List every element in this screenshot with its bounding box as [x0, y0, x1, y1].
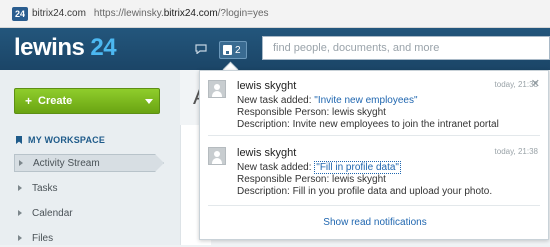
chevron-down-icon — [145, 99, 153, 104]
avatar — [208, 147, 226, 165]
workspace-title[interactable]: MY WORKSPACE — [16, 135, 105, 145]
logo[interactable]: lewins 24 — [14, 34, 117, 62]
notification-task-line: New task added: "Fill in profile data" — [237, 161, 401, 174]
url-text[interactable]: https://lewinsky.bitrix24.com/?login=yes — [94, 8, 269, 19]
notification-author[interactable]: lewis skyght — [237, 80, 296, 92]
chat-icon[interactable] — [195, 44, 207, 54]
notification-time: today, 21:38 — [494, 147, 538, 156]
divider — [208, 205, 540, 206]
logo-text: lewins — [14, 34, 85, 61]
task-link[interactable]: "Fill in profile data" — [314, 161, 401, 174]
notification-description: Description: Fill in you profile data an… — [237, 186, 493, 197]
top-header: lewins 24 2 find people, documents, and m… — [0, 28, 550, 70]
url-prefix: https://lewinsky. — [93, 8, 164, 19]
task-prefix: New task added: — [237, 95, 315, 106]
notification-responsible: Responsible Person: lewis skyght — [237, 107, 386, 118]
site-identity-chip[interactable]: 24 bitrix24.com — [8, 4, 92, 24]
bitrix-favicon-icon: 24 — [12, 6, 28, 21]
bullet-arrow-icon — [19, 160, 23, 166]
task-prefix: New task added: — [237, 162, 315, 173]
notification-author[interactable]: lewis skyght — [237, 147, 296, 159]
avatar — [208, 80, 226, 98]
notification-description: Description: Invite new employees to joi… — [237, 119, 499, 130]
notifications-button[interactable]: 2 — [219, 41, 247, 59]
workspace-title-label: MY WORKSPACE — [28, 135, 106, 145]
sidebar-item-tasks[interactable]: Tasks — [14, 179, 164, 197]
sidebar-item-calendar[interactable]: Calendar — [14, 204, 164, 222]
url-domain: bitrix24.com — [163, 8, 218, 19]
address-bar[interactable]: 24 bitrix24.com https://lewinsky.bitrix2… — [0, 0, 550, 28]
sidebar-item-label: Files — [32, 232, 54, 244]
notification-icon — [223, 45, 232, 55]
show-read-notifications-link[interactable]: Show read notifications — [200, 217, 550, 228]
sidebar-item-label: Tasks — [32, 182, 58, 194]
sidebar: + Create MY WORKSPACE Activity Stream Ta… — [0, 70, 180, 245]
plus-icon: + — [25, 94, 33, 108]
url-suffix: /?login=yes — [217, 8, 269, 19]
sidebar-item-label: Activity Stream — [33, 157, 100, 169]
search-input[interactable]: find people, documents, and more — [262, 36, 550, 60]
site-domain-label: bitrix24.com — [32, 8, 86, 19]
notifications-popup: ✕ lewis skyght today, 21:38 New task add… — [199, 70, 549, 240]
logo-number: 24 — [90, 34, 117, 61]
sidebar-item-activity-stream[interactable]: Activity Stream — [14, 154, 164, 172]
divider — [208, 135, 540, 136]
notification-responsible: Responsible Person: lewis skyght — [237, 174, 386, 185]
sidebar-item-files[interactable]: Files — [14, 229, 164, 247]
task-link[interactable]: "Invite new employees" — [314, 95, 417, 106]
notification-task-line: New task added: "Invite new employees" — [237, 95, 418, 106]
bullet-arrow-icon — [18, 185, 22, 191]
bullet-arrow-icon — [18, 235, 22, 241]
notification-count: 2 — [235, 44, 241, 56]
sidebar-item-label: Calendar — [32, 207, 73, 219]
bullet-arrow-icon — [18, 210, 22, 216]
create-label: Create — [38, 95, 73, 107]
notification-time: today, 21:38 — [494, 80, 538, 89]
create-button[interactable]: + Create — [14, 88, 160, 114]
bookmark-icon — [16, 136, 22, 144]
